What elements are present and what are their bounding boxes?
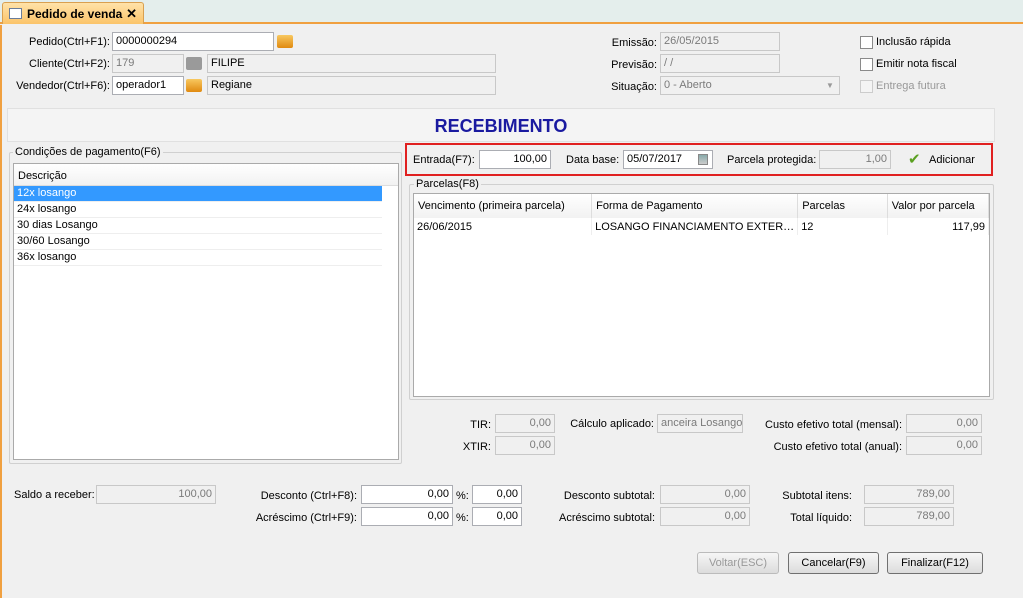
acrescimo-subtotal-field: 0,00 <box>660 507 750 526</box>
calendar-icon[interactable] <box>698 154 708 165</box>
situacao-select[interactable]: 0 - Aberto <box>660 76 840 95</box>
condicao-item[interactable]: 24x losango <box>14 202 382 218</box>
cancelar-button[interactable]: Cancelar(F9) <box>788 552 879 574</box>
condicao-item[interactable]: 12x losango <box>14 186 382 202</box>
tab-label: Pedido de venda <box>27 7 123 21</box>
desconto-label: Desconto (Ctrl+F8): <box>260 490 357 502</box>
acrescimo-pct-input[interactable]: 0,00 <box>472 507 522 526</box>
condicao-item[interactable]: 30 dias Losango <box>14 218 382 234</box>
data-base-label: Data base: <box>566 154 620 166</box>
parcelas-table[interactable]: Vencimento (primeira parcela) Forma de Pa… <box>413 193 990 397</box>
window-icon <box>9 8 22 19</box>
situacao-label: Situação: <box>611 81 657 93</box>
parcela-protegida-label: Parcela protegida: <box>727 154 817 166</box>
entrada-label: Entrada(F7): <box>413 154 475 166</box>
desconto-subtotal-label: Desconto subtotal: <box>563 490 655 502</box>
calculo-label: Cálculo aplicado: <box>570 418 654 430</box>
liquido-field: 789,00 <box>864 507 954 526</box>
chevron-down-icon: ▼ <box>826 81 834 90</box>
desconto-pct-label: %: <box>456 490 469 502</box>
close-icon[interactable]: ✕ <box>126 6 137 22</box>
entrega-futura-label: Entrega futura <box>876 80 946 92</box>
desconto-input[interactable]: 0,00 <box>361 485 453 504</box>
entrada-input[interactable]: 100,00 <box>479 150 551 169</box>
column-header[interactable]: Vencimento (primeira parcela) <box>414 194 593 218</box>
subtotal-field: 789,00 <box>864 485 954 504</box>
column-header[interactable]: Parcelas <box>797 194 888 218</box>
cliente-name-field: FILIPE <box>207 54 496 73</box>
saldo-label: Saldo a receber: <box>14 489 95 501</box>
voltar-button[interactable]: Voltar(ESC) <box>697 552 779 574</box>
previsao-label: Previsão: <box>611 59 657 71</box>
condicao-item[interactable]: 30/60 Losango <box>14 234 382 250</box>
emitir-nota-checkbox[interactable] <box>860 58 873 71</box>
tab-pedido-de-venda[interactable]: Pedido de venda ✕ <box>2 2 144 24</box>
table-cell: 117,99 <box>887 218 990 235</box>
acrescimo-label: Acréscimo (Ctrl+F9): <box>255 512 357 524</box>
entrega-futura-checkbox[interactable] <box>860 80 873 93</box>
cet-anual-label: Custo efetivo total (anual): <box>773 441 902 453</box>
cliente-code-input[interactable]: 179 <box>112 54 184 73</box>
vendedor-name-field: Regiane <box>207 76 496 95</box>
vendedor-label: Vendedor(Ctrl+F6): <box>16 80 110 92</box>
desconto-pct-input[interactable]: 0,00 <box>472 485 522 504</box>
saldo-field: 100,00 <box>96 485 216 504</box>
folder-search-icon[interactable] <box>277 35 293 48</box>
xtir-field: 0,00 <box>495 436 555 455</box>
column-header[interactable]: Forma de Pagamento <box>591 194 799 218</box>
previsao-field[interactable]: / / <box>660 54 780 73</box>
emitir-nota-label: Emitir nota fiscal <box>876 58 957 70</box>
finalizar-button[interactable]: Finalizar(F12) <box>887 552 983 574</box>
parcela-protegida-field: 1,00 <box>819 150 891 169</box>
vendedor-input[interactable]: operador1 <box>112 76 184 95</box>
inclusao-rapida-checkbox[interactable] <box>860 36 873 49</box>
table-cell: 26/06/2015 <box>414 218 593 235</box>
table-cell: LOSANGO FINANCIAMENTO EXTER… <box>591 218 799 235</box>
subtotal-label: Subtotal itens: <box>782 490 852 502</box>
emissao-field[interactable]: 26/05/2015 <box>660 32 780 51</box>
inclusao-rapida-label: Inclusão rápida <box>876 36 951 48</box>
pedido-label: Pedido(Ctrl+F1): <box>28 36 110 48</box>
column-header-descricao[interactable]: Descrição <box>14 164 398 186</box>
acrescimo-input[interactable]: 0,00 <box>361 507 453 526</box>
emissao-label: Emissão: <box>611 37 657 49</box>
desconto-subtotal-field: 0,00 <box>660 485 750 504</box>
check-icon: ✔ <box>908 151 921 168</box>
acrescimo-pct-label: %: <box>456 512 469 524</box>
column-header[interactable]: Valor por parcela <box>887 194 990 218</box>
folder-search-icon[interactable] <box>186 79 202 92</box>
condicoes-list[interactable]: Descrição 12x losango 24x losango 30 dias … <box>13 163 399 460</box>
section-title: RECEBIMENTO <box>434 116 568 136</box>
calculo-field: anceira Losango <box>657 414 743 433</box>
cliente-label: Cliente(Ctrl+F2): <box>29 58 110 70</box>
table-cell: 12 <box>797 218 888 235</box>
adicionar-button[interactable]: Adicionar <box>929 154 975 166</box>
cet-mensal-label: Custo efetivo total (mensal): <box>765 419 902 431</box>
liquido-label: Total líquido: <box>790 512 852 524</box>
tab-bar <box>0 0 1023 24</box>
pedido-input[interactable]: 0000000294 <box>112 32 274 51</box>
condicoes-title: Condições de pagamento(F6) <box>13 146 163 158</box>
table-row[interactable]: 26/06/2015 LOSANGO FINANCIAMENTO EXTER… 12… <box>414 218 990 235</box>
acrescimo-subtotal-label: Acréscimo subtotal: <box>559 512 655 524</box>
tir-label: TIR: <box>470 419 491 431</box>
tir-field: 0,00 <box>495 414 555 433</box>
xtir-label: XTIR: <box>462 441 491 453</box>
cet-mensal-field: 0,00 <box>906 414 982 433</box>
client-lookup-icon <box>186 57 202 70</box>
condicao-item[interactable]: 36x losango <box>14 250 382 266</box>
cet-anual-field: 0,00 <box>906 436 982 455</box>
parcelas-title: Parcelas(F8) <box>414 178 481 190</box>
